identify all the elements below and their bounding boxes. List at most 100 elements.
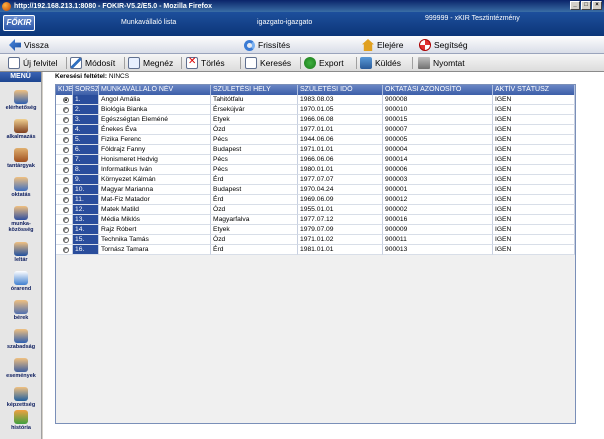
row-select-radio[interactable] <box>56 175 73 185</box>
table-row[interactable]: 3. Egészségtan Eleméné Etyek 1966.06.08 9000… <box>56 115 575 125</box>
table-row[interactable]: 11. Mat-Fiz Matador Érd 1969.06.09 900012 IGE… <box>56 195 575 205</box>
radio-button-icon[interactable] <box>63 197 69 203</box>
print-button[interactable]: Nyomtat <box>418 56 465 70</box>
row-select-radio[interactable] <box>56 245 73 255</box>
menu-item-leave[interactable]: szabadság <box>0 329 42 357</box>
back-button[interactable]: Vissza <box>9 38 49 52</box>
delete-button[interactable]: Törlés <box>186 56 225 70</box>
table-row[interactable]: 8. Informatikus Iván Pécs 1980.01.01 900006 I… <box>56 165 575 175</box>
radio-button-icon[interactable] <box>63 187 69 193</box>
new-document-icon <box>8 57 20 69</box>
table-row[interactable]: 13. Média Miklós Magyarfalva 1977.07.12 9000… <box>56 215 575 225</box>
menu-item-history[interactable]: história <box>0 410 42 438</box>
table-row[interactable]: 15. Technika Tamás Ózd 1971.01.02 900011 IGEN <box>56 235 575 245</box>
menu-item-inventory[interactable]: leltár <box>0 242 42 270</box>
column-header-number[interactable]: SORSZ <box>73 85 99 95</box>
main-content: Keresési feltétel: NINCS KIJEL SORSZ MUN… <box>43 72 604 439</box>
row-select-radio[interactable] <box>56 195 73 205</box>
radio-button-icon[interactable] <box>63 147 69 153</box>
column-header-birthdate[interactable]: SZÜLETÉSI IDŐ <box>298 85 383 95</box>
menu-item-subjects[interactable]: tantárgyak <box>0 148 42 176</box>
side-menu: MENÜ elérhetőség alkalmazás tantárgyak o… <box>0 72 42 439</box>
events-icon <box>14 358 28 372</box>
row-number: 4. <box>73 125 99 135</box>
app-logo[interactable]: FŐKIR <box>3 15 35 31</box>
employee-name: Egészségtan Eleméné <box>99 115 211 125</box>
table-row[interactable]: 1. Angol Amália Tahitótfalu 1983.08.03 90000… <box>56 95 575 105</box>
table-row[interactable]: 14. Rajz Róbert Etyek 1979.07.09 900009 IGEN <box>56 225 575 235</box>
edit-button[interactable]: Módosít <box>70 56 115 70</box>
radio-button-icon[interactable] <box>63 207 69 213</box>
row-select-radio[interactable] <box>56 125 73 135</box>
table-row[interactable]: 4. Énekes Éva Ózd 1977.01.01 900007 IGEN <box>56 125 575 135</box>
radio-button-icon[interactable] <box>63 97 69 103</box>
radio-button-icon[interactable] <box>63 247 69 253</box>
row-number: 13. <box>73 215 99 225</box>
active-status: IGEN <box>493 135 575 145</box>
table-row[interactable]: 16. Tornász Tamara Érd 1981.01.01 900013 IGEN <box>56 245 575 255</box>
table-row[interactable]: 9. Környezet Kálmán Érd 1977.07.07 900003 IGE… <box>56 175 575 185</box>
radio-button-icon[interactable] <box>63 177 69 183</box>
row-select-radio[interactable] <box>56 205 73 215</box>
menu-item-contact[interactable]: elérhetőség <box>0 90 42 118</box>
row-select-radio[interactable] <box>56 115 73 125</box>
firefox-icon <box>2 1 11 11</box>
row-number: 2. <box>73 105 99 115</box>
row-number: 10. <box>73 185 99 195</box>
row-select-radio[interactable] <box>56 105 73 115</box>
menu-item-employment[interactable]: alkalmazás <box>0 119 42 147</box>
menu-item-salaries[interactable]: bérek <box>0 300 42 328</box>
table-row[interactable]: 10. Magyar Marianna Budapest 1970.04.24 9000… <box>56 185 575 195</box>
menu-item-teaching[interactable]: oktatás <box>0 177 42 205</box>
view-button[interactable]: Megnéz <box>128 56 173 70</box>
table-row[interactable]: 6. Földrajz Fanny Budapest 1971.01.01 900004… <box>56 145 575 155</box>
table-row[interactable]: 7. Honismeret Hedvig Pécs 1966.06.06 900014 I… <box>56 155 575 165</box>
row-select-radio[interactable] <box>56 225 73 235</box>
row-number: 5. <box>73 135 99 145</box>
employee-name: Énekes Éva <box>99 125 211 135</box>
row-select-radio[interactable] <box>56 235 73 245</box>
table-row[interactable]: 12. Matek Matild Ózd 1955.01.01 900002 IGEN <box>56 205 575 215</box>
minimize-button[interactable]: _ <box>570 1 580 10</box>
column-header-active-status[interactable]: AKTÍV STÁTUSZ <box>493 85 575 95</box>
row-select-radio[interactable] <box>56 145 73 155</box>
menu-item-events[interactable]: események <box>0 358 42 386</box>
radio-button-icon[interactable] <box>63 217 69 223</box>
column-header-birthplace[interactable]: SZÜLETÉSI HELY <box>211 85 298 95</box>
row-select-radio[interactable] <box>56 165 73 175</box>
toolbar-divider <box>66 57 67 69</box>
table-row[interactable]: 2. Biológia Bianka Érsekújvár 1970.01.05 900… <box>56 105 575 115</box>
radio-button-icon[interactable] <box>63 227 69 233</box>
search-button[interactable]: Keresés <box>245 56 291 70</box>
toolbar-divider <box>240 57 241 69</box>
export-button[interactable]: Export <box>304 56 344 70</box>
send-button[interactable]: Küldés <box>360 56 401 70</box>
row-select-radio[interactable] <box>56 155 73 165</box>
radio-button-icon[interactable] <box>63 157 69 163</box>
column-header-name[interactable]: MUNKAVÁLLALÓ NÉV <box>99 85 211 95</box>
column-header-select[interactable]: KIJEL <box>56 85 73 95</box>
table-row[interactable]: 5. Fizika Ferenc Pécs 1944.06.06 900005 IGEN <box>56 135 575 145</box>
employee-name: Informatikus Iván <box>99 165 211 175</box>
menu-item-timetable[interactable]: órarend <box>0 271 42 299</box>
radio-button-icon[interactable] <box>63 137 69 143</box>
column-header-education-id[interactable]: OKTATÁSI AZONOSÍTÓ <box>383 85 493 95</box>
row-select-radio[interactable] <box>56 95 73 105</box>
refresh-button[interactable]: Frissítés <box>244 38 290 52</box>
new-record-button[interactable]: Új felvitel <box>8 56 57 70</box>
help-button[interactable]: Segítség <box>419 38 468 52</box>
radio-button-icon[interactable] <box>63 107 69 113</box>
row-select-radio[interactable] <box>56 135 73 145</box>
row-select-radio[interactable] <box>56 185 73 195</box>
radio-button-icon[interactable] <box>63 237 69 243</box>
menu-item-work-community[interactable]: munka-közösség <box>0 206 42 234</box>
row-select-radio[interactable] <box>56 215 73 225</box>
close-button[interactable]: × <box>592 1 602 10</box>
education-id: 900003 <box>383 175 493 185</box>
home-button[interactable]: Elejére <box>362 38 403 52</box>
table-header: KIJEL SORSZ MUNKAVÁLLALÓ NÉV SZÜLETÉSI H… <box>56 85 575 95</box>
maximize-button[interactable]: □ <box>581 1 591 10</box>
radio-button-icon[interactable] <box>63 167 69 173</box>
radio-button-icon[interactable] <box>63 127 69 133</box>
radio-button-icon[interactable] <box>63 117 69 123</box>
